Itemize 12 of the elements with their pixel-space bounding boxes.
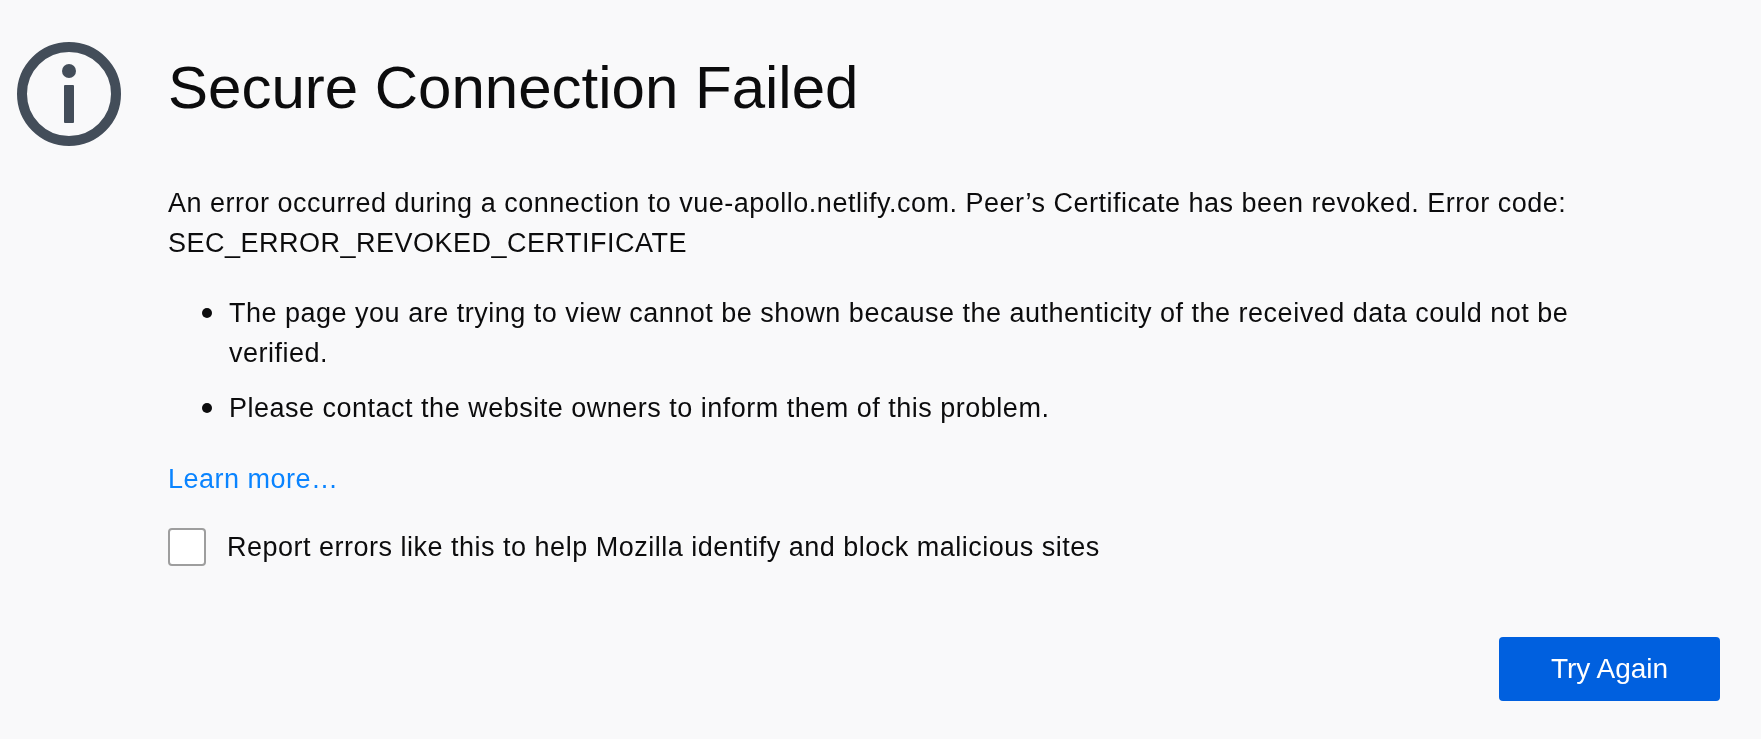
detail-text: Please contact the website owners to inform them of this problem. [229,392,1050,425]
bullet-icon [202,308,212,318]
error-message: An error occurred during a connection to vue-apollo.netlify.com. Peer’s Certificate has been revoked. Error code: [168,187,1568,220]
detail-text: The page you are trying to view cannot be shown because the authenticity of the received data could not be verified. [229,297,1570,370]
report-checkbox-label: Report errors like this to help Mozilla identify and block malicious sites [227,531,1100,564]
page-title: Secure Connection Failed [168,53,859,123]
error-code: SEC_ERROR_REVOKED_CERTIFICATE [168,227,688,260]
learn-more-link[interactable]: Learn more… [168,464,339,494]
try-again-button[interactable]: Try Again [1499,637,1720,701]
bullet-icon [202,403,212,413]
report-checkbox[interactable] [168,528,206,566]
info-icon [17,42,121,146]
